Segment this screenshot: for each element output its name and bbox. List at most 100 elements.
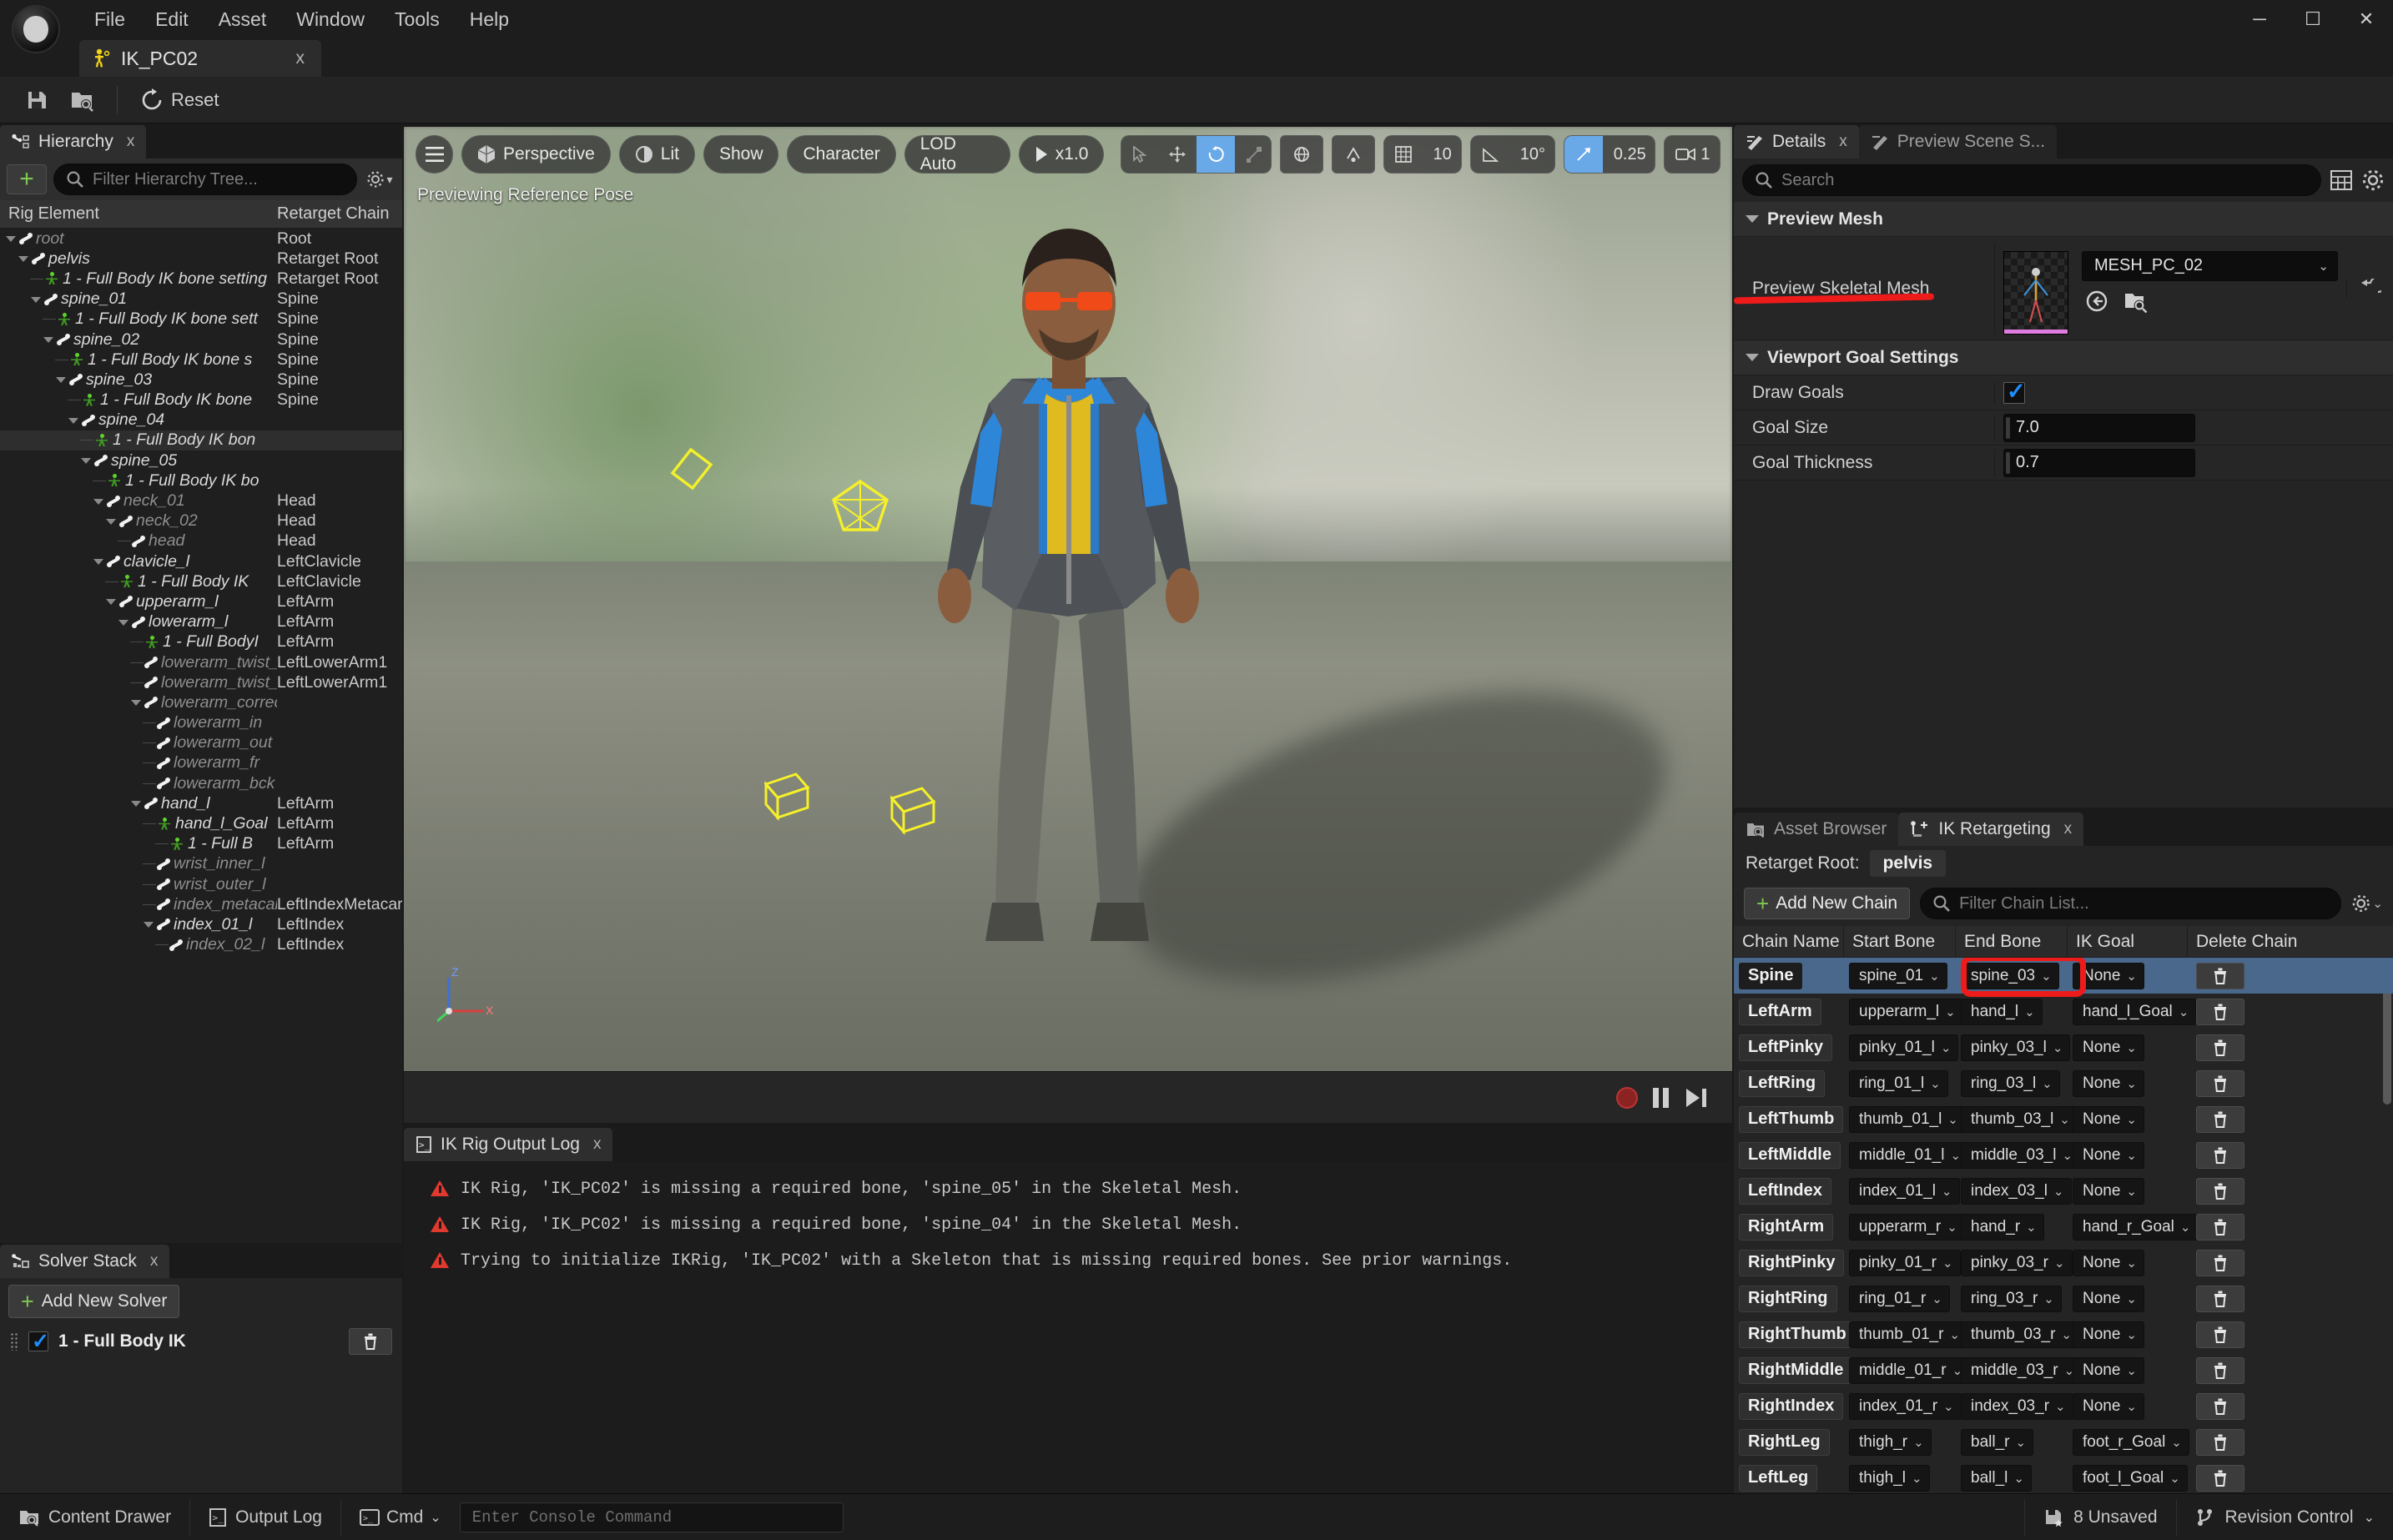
end-bone-dropdown[interactable]: hand_l⌄ <box>1961 999 2043 1025</box>
minimize-button[interactable]: ─ <box>2233 0 2286 38</box>
chain-name-chip[interactable]: LeftArm <box>1739 999 1821 1025</box>
hierarchy-row[interactable]: spine_03Spine <box>0 370 402 390</box>
hierarchy-settings-button[interactable]: ▾ <box>364 164 395 194</box>
end-bone-dropdown[interactable]: spine_03⌄ <box>1961 963 2059 989</box>
hierarchy-row[interactable]: spine_02Spine <box>0 330 402 350</box>
details-search-input[interactable]: Search <box>1742 164 2321 196</box>
end-bone-dropdown[interactable]: hand_r⌄ <box>1961 1214 2044 1241</box>
goal-size-input[interactable]: 7.0 <box>2003 414 2195 442</box>
chain-name-chip[interactable]: RightRing <box>1739 1286 1837 1312</box>
start-bone-dropdown[interactable]: upperarm_l⌄ <box>1849 999 1963 1025</box>
menu-asset[interactable]: Asset <box>204 0 282 38</box>
chain-name-chip[interactable]: RightPinky <box>1739 1250 1844 1276</box>
hierarchy-row[interactable]: wrist_inner_l <box>0 854 402 874</box>
chain-row[interactable]: RightRingring_01_r⌄ring_03_r⌄None⌄ <box>1734 1281 2393 1316</box>
tab-solver-stack[interactable]: Solver Stack x <box>0 1245 169 1278</box>
world-space-toggle[interactable] <box>1280 135 1323 174</box>
hierarchy-row[interactable]: lowerarm_lLeftArm <box>0 612 402 632</box>
pause-button[interactable] <box>1653 1088 1669 1108</box>
select-tool-button[interactable] <box>1121 136 1158 173</box>
drag-handle-icon[interactable] <box>10 1332 18 1351</box>
delete-chain-button[interactable] <box>2196 963 2244 989</box>
scale-snap-value[interactable]: 0.25 <box>1603 136 1656 173</box>
chevron-down-icon[interactable] <box>118 617 129 628</box>
hierarchy-row[interactable]: lowerarm_in <box>0 713 402 733</box>
delete-chain-button[interactable] <box>2196 1214 2244 1241</box>
grid-snap-toggle[interactable] <box>1384 136 1423 173</box>
start-bone-dropdown[interactable]: middle_01_r⌄ <box>1849 1357 1970 1384</box>
ik-goal-dropdown[interactable]: None⌄ <box>2073 1034 2144 1061</box>
hierarchy-filter-input[interactable]: Filter Hierarchy Tree... <box>53 164 357 195</box>
chain-row[interactable]: RightThumbthumb_01_r⌄thumb_03_r⌄None⌄ <box>1734 1316 2393 1352</box>
hierarchy-row[interactable]: index_metacarpal_lLeftIndexMetacarpal <box>0 894 402 914</box>
maximize-button[interactable]: ☐ <box>2286 0 2340 38</box>
hierarchy-row[interactable]: spine_04 <box>0 410 402 430</box>
delete-chain-button[interactable] <box>2196 1429 2244 1456</box>
browse-folder-icon[interactable] <box>2123 289 2149 313</box>
angle-snap-toggle[interactable] <box>1471 136 1509 173</box>
chain-row[interactable]: RightPinkypinky_01_r⌄pinky_03_r⌄None⌄ <box>1734 1245 2393 1281</box>
chain-row[interactable]: LeftThumbthumb_01_l⌄thumb_03_l⌄None⌄ <box>1734 1101 2393 1137</box>
add-new-chain-button[interactable]: + Add New Chain <box>1744 888 1910 919</box>
chain-row[interactable]: LeftArmupperarm_l⌄hand_l⌄hand_l_Goal⌄ <box>1734 994 2393 1029</box>
chain-name-chip[interactable]: LeftRing <box>1739 1070 1825 1097</box>
start-bone-dropdown[interactable]: index_01_r⌄ <box>1849 1393 1962 1420</box>
delete-chain-button[interactable] <box>2196 999 2244 1025</box>
draw-goals-checkbox[interactable] <box>2003 382 2025 404</box>
menu-file[interactable]: File <box>79 0 140 38</box>
chain-name-chip[interactable]: RightArm <box>1739 1214 1833 1241</box>
cmd-selector[interactable]: >_ Cmd ⌄ <box>341 1499 460 1536</box>
document-tab-ik-pc02[interactable]: IK_PC02 x <box>79 40 321 77</box>
add-new-solver-button[interactable]: + Add New Solver <box>8 1285 179 1318</box>
hierarchy-row[interactable]: 1 - Full Body IK bone sSpine <box>0 350 402 370</box>
chevron-down-icon[interactable] <box>30 294 42 305</box>
hierarchy-row[interactable]: 1 - Full Body IK bone settSpine <box>0 310 402 330</box>
solver-list-item[interactable]: 1 - Full Body IK <box>0 1325 402 1358</box>
goal-gizmo-foot-l[interactable] <box>882 783 944 838</box>
section-preview-mesh[interactable]: Preview Mesh <box>1734 202 2393 237</box>
hierarchy-row[interactable]: 1 - Full BLeftArm <box>0 834 402 854</box>
tab-asset-browser[interactable]: Asset Browser <box>1734 813 1898 846</box>
hierarchy-row[interactable]: spine_05 <box>0 450 402 471</box>
start-bone-dropdown[interactable]: pinky_01_l⌄ <box>1849 1034 1958 1061</box>
step-forward-button[interactable] <box>1684 1087 1709 1109</box>
chain-row[interactable]: Spinespine_01⌄spine_03⌄None⌄ <box>1734 958 2393 994</box>
delete-chain-button[interactable] <box>2196 1034 2244 1061</box>
chain-name-chip[interactable]: LeftLeg <box>1739 1465 1817 1492</box>
unreal-logo-icon[interactable] <box>12 5 60 53</box>
hierarchy-row[interactable]: index_02_lLeftIndex <box>0 935 402 955</box>
tab-ik-rig-output-log[interactable]: >_ IK Rig Output Log x <box>404 1128 612 1161</box>
ik-goal-dropdown[interactable]: None⌄ <box>2073 1142 2144 1169</box>
document-tab-close-icon[interactable]: x <box>291 48 310 68</box>
start-bone-dropdown[interactable]: thumb_01_r⌄ <box>1849 1321 1967 1348</box>
ik-goal-dropdown[interactable]: None⌄ <box>2073 1321 2144 1348</box>
delete-solver-button[interactable] <box>349 1328 392 1355</box>
ik-goal-dropdown[interactable]: None⌄ <box>2073 1070 2144 1097</box>
chain-row[interactable]: RightIndexindex_01_r⌄index_03_r⌄None⌄ <box>1734 1388 2393 1424</box>
hierarchy-row[interactable]: 1 - Full Body IK bo <box>0 471 402 491</box>
delete-chain-button[interactable] <box>2196 1286 2244 1312</box>
hierarchy-row[interactable]: lowerarm_twist_01_lLeftLowerArm1 <box>0 672 402 692</box>
rotate-tool-button[interactable] <box>1196 136 1235 173</box>
translate-tool-button[interactable] <box>1158 136 1196 173</box>
chain-name-chip[interactable]: RightThumb <box>1739 1321 1856 1348</box>
end-bone-dropdown[interactable]: middle_03_l⌄ <box>1961 1142 2080 1169</box>
viewport-lighting-button[interactable]: Lit <box>619 135 695 174</box>
surface-snap-toggle[interactable] <box>1332 135 1375 174</box>
hierarchy-row[interactable]: 1 - Full Body IKLeftClavicle <box>0 571 402 591</box>
start-bone-dropdown[interactable]: thigh_r⌄ <box>1849 1429 1932 1456</box>
viewport-show-button[interactable]: Show <box>703 135 779 174</box>
ik-goal-dropdown[interactable]: None⌄ <box>2073 1357 2144 1384</box>
hierarchy-row[interactable]: spine_01Spine <box>0 289 402 310</box>
solver-tab-close-icon[interactable]: x <box>150 1252 159 1271</box>
end-bone-dropdown[interactable]: thumb_03_l⌄ <box>1961 1106 2078 1133</box>
chevron-down-icon[interactable] <box>105 596 117 607</box>
delete-chain-button[interactable] <box>2196 1465 2244 1492</box>
chain-name-chip[interactable]: Spine <box>1739 963 1802 989</box>
hierarchy-row[interactable]: 1 - Full Body IK bone settingRetarget Ro… <box>0 269 402 289</box>
goal-thickness-input[interactable]: 0.7 <box>2003 449 2195 477</box>
end-bone-dropdown[interactable]: pinky_03_l⌄ <box>1961 1034 2070 1061</box>
end-bone-dropdown[interactable]: ball_l⌄ <box>1961 1465 2032 1492</box>
start-bone-dropdown[interactable]: thumb_01_l⌄ <box>1849 1106 1966 1133</box>
chevron-down-icon[interactable] <box>130 697 142 708</box>
